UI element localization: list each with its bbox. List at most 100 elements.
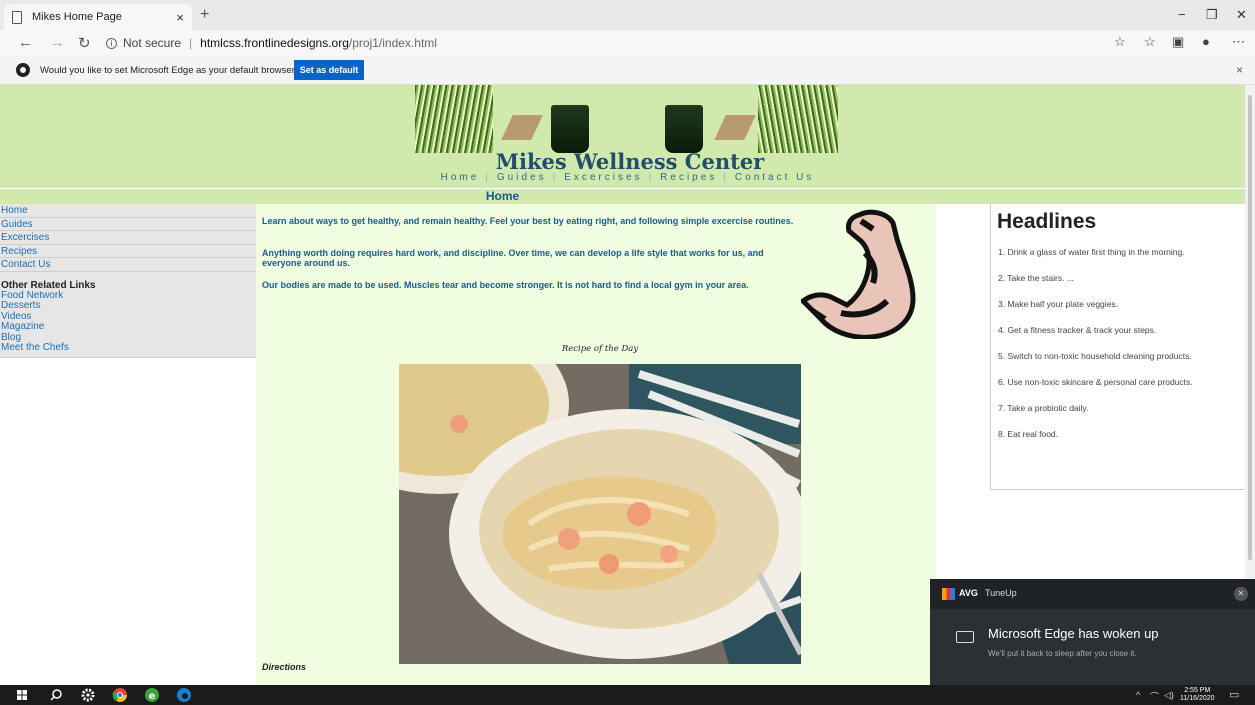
scrollbar-thumb[interactable] bbox=[1248, 95, 1252, 560]
set-as-default-button[interactable]: Set as default bbox=[294, 60, 364, 80]
svg-text:e: e bbox=[149, 691, 156, 702]
infobar-message: Would you like to set Microsoft Edge as … bbox=[40, 65, 301, 76]
headlines-title: Headlines bbox=[997, 210, 1097, 233]
wedge-image bbox=[501, 115, 543, 140]
headline-item: 1. Drink a glass of water first thing in… bbox=[998, 247, 1185, 257]
page-heading-bar: Home bbox=[0, 188, 1245, 204]
notification-app: TuneUp bbox=[985, 588, 1017, 598]
top-nav-excercises[interactable]: Excercises bbox=[558, 172, 648, 183]
header-banner-image bbox=[415, 85, 838, 153]
more-icon[interactable]: ⋯ bbox=[1232, 34, 1245, 50]
top-nav-contact-us[interactable]: Contact Us bbox=[729, 172, 820, 183]
sidebar-link-contact-us[interactable]: Contact Us bbox=[0, 258, 256, 272]
wedge-image bbox=[714, 115, 756, 140]
tab-close-button[interactable]: × bbox=[176, 10, 184, 25]
page-icon bbox=[12, 10, 22, 24]
edge-legacy-icon[interactable]: e bbox=[144, 687, 160, 703]
taskbar: e ^ ⌒ ◁) 2:55 PM 11/16/2020 ▭ bbox=[0, 685, 1255, 705]
edge-icon[interactable] bbox=[176, 687, 192, 703]
info-icon[interactable]: i bbox=[106, 37, 117, 49]
url-field[interactable]: i Not secure | htmlcss.frontlinedesigns.… bbox=[106, 32, 1106, 54]
refresh-icon[interactable]: ↻ bbox=[78, 34, 91, 52]
intro-paragraph: Learn about ways to get healthy, and rem… bbox=[262, 216, 794, 226]
headline-item: 4. Get a fitness tracker & track your st… bbox=[998, 325, 1157, 335]
tab-strip: Mikes Home Page × + − ❐ ✕ bbox=[0, 0, 1255, 30]
taskbar-clock[interactable]: 2:55 PM 11/16/2020 bbox=[1180, 687, 1215, 703]
favorites-icon[interactable]: ☆ bbox=[1144, 34, 1156, 50]
sidebar: Home Guides Excercises Recipes Contact U… bbox=[0, 204, 256, 358]
site-header: Mikes Wellness Center Home | Guides | Excerc… bbox=[0, 85, 1245, 188]
related-links-heading: Other Related Links bbox=[1, 279, 96, 291]
clock-time: 2:55 PM bbox=[1184, 687, 1211, 694]
juice-glass-image bbox=[551, 105, 589, 153]
infobar-close-button[interactable]: × bbox=[1236, 63, 1243, 77]
settings-gear-icon[interactable] bbox=[80, 687, 96, 703]
default-browser-infobar: Would you like to set Microsoft Edge as … bbox=[0, 56, 1255, 85]
notification-body: We'll put it back to sleep after you clo… bbox=[988, 649, 1137, 658]
wheatgrass-image bbox=[415, 85, 493, 153]
page-heading: Home bbox=[485, 189, 520, 203]
volume-icon[interactable]: ◁) bbox=[1164, 690, 1174, 701]
headline-item: 7. Take a probiotic daily. bbox=[998, 403, 1089, 413]
notification-center-icon[interactable]: ▭ bbox=[1229, 688, 1239, 701]
url-host: htmlcss.frontlinedesigns.org bbox=[200, 36, 349, 50]
recipe-title: Recipe of the Day bbox=[561, 344, 639, 354]
network-icon[interactable]: ⌒ bbox=[1150, 690, 1159, 703]
headline-item: 6. Use non-toxic skincare & personal car… bbox=[998, 377, 1193, 387]
headlines-list: 1. Drink a glass of water first thing in… bbox=[998, 247, 1193, 455]
tray-chevron-icon[interactable]: ^ bbox=[1136, 690, 1140, 700]
related-link-desserts[interactable]: Desserts bbox=[0, 300, 256, 312]
related-link-meet-the-chefs[interactable]: Meet the Chefs bbox=[0, 342, 256, 354]
profile-icon[interactable]: ● bbox=[1202, 34, 1210, 49]
notification-brand: AVG bbox=[959, 588, 978, 598]
windows-start-icon[interactable] bbox=[14, 687, 30, 703]
related-link-magazine[interactable]: Magazine bbox=[0, 321, 256, 333]
minimize-button[interactable]: − bbox=[1178, 7, 1186, 22]
avg-logo-icon bbox=[942, 588, 955, 600]
sidebar-link-guides[interactable]: Guides bbox=[0, 218, 256, 231]
wheatgrass-image bbox=[758, 85, 838, 153]
sidebar-link-home[interactable]: Home bbox=[0, 204, 256, 218]
security-label: Not secure bbox=[123, 36, 182, 50]
flexed-arm-image bbox=[801, 209, 916, 339]
discipline-paragraph: Anything worth doing requires hard work,… bbox=[262, 248, 764, 268]
device-icon bbox=[956, 631, 974, 643]
url-path: /proj1/index.html bbox=[348, 36, 437, 50]
headline-item: 2. Take the stairs. ... bbox=[998, 273, 1074, 283]
top-nav-home[interactable]: Home bbox=[435, 172, 486, 183]
juice-glass-image bbox=[665, 105, 703, 153]
notification-header: AVG TuneUp ✕ bbox=[930, 579, 1255, 609]
notification-close-button[interactable]: ✕ bbox=[1234, 587, 1248, 601]
forward-icon[interactable]: → bbox=[50, 34, 65, 51]
site-title: Mikes Wellness Center bbox=[495, 149, 765, 174]
star-icon[interactable]: ☆ bbox=[1114, 34, 1126, 50]
directions-label: Directions bbox=[262, 662, 307, 672]
tab-title: Mikes Home Page bbox=[32, 11, 122, 23]
top-nav: Home | Guides | Excercises | Recipes | Contact U… bbox=[0, 172, 1255, 183]
avg-notification[interactable]: AVG TuneUp ✕ Microsoft Edge has woken up… bbox=[930, 579, 1255, 685]
close-window-button[interactable]: ✕ bbox=[1236, 7, 1247, 23]
search-icon[interactable] bbox=[48, 687, 64, 703]
edge-icon bbox=[16, 63, 30, 77]
url-separator: | bbox=[189, 36, 193, 50]
headline-item: 5. Switch to non-toxic household cleanin… bbox=[998, 351, 1192, 361]
address-bar: ← → ↻ i Not secure | htmlcss.frontlinede… bbox=[0, 30, 1255, 56]
collections-icon[interactable]: ▣ bbox=[1172, 34, 1184, 50]
muscles-paragraph: Our bodies are made to be used. Muscles … bbox=[262, 280, 749, 290]
back-icon[interactable]: ← bbox=[18, 34, 33, 51]
top-nav-recipes[interactable]: Recipes bbox=[654, 172, 723, 183]
chrome-icon[interactable] bbox=[112, 687, 128, 703]
browser-tab[interactable]: Mikes Home Page × bbox=[4, 4, 192, 30]
restore-button[interactable]: ❐ bbox=[1206, 7, 1218, 23]
clock-date: 11/16/2020 bbox=[1180, 695, 1215, 702]
main-content: Learn about ways to get healthy, and rem… bbox=[256, 204, 936, 685]
notification-title: Microsoft Edge has woken up bbox=[988, 626, 1159, 641]
headline-item: 8. Eat real food. bbox=[998, 429, 1059, 439]
headline-item: 3. Make half your plate veggies. bbox=[998, 299, 1119, 309]
headlines-panel: Headlines 1. Drink a glass of water firs… bbox=[990, 204, 1245, 490]
new-tab-button[interactable]: + bbox=[200, 6, 209, 24]
sidebar-link-excercises[interactable]: Excercises bbox=[0, 231, 256, 245]
top-nav-guides[interactable]: Guides bbox=[491, 172, 553, 183]
sidebar-link-recipes[interactable]: Recipes bbox=[0, 245, 256, 258]
pasta-recipe-photo bbox=[399, 364, 801, 664]
